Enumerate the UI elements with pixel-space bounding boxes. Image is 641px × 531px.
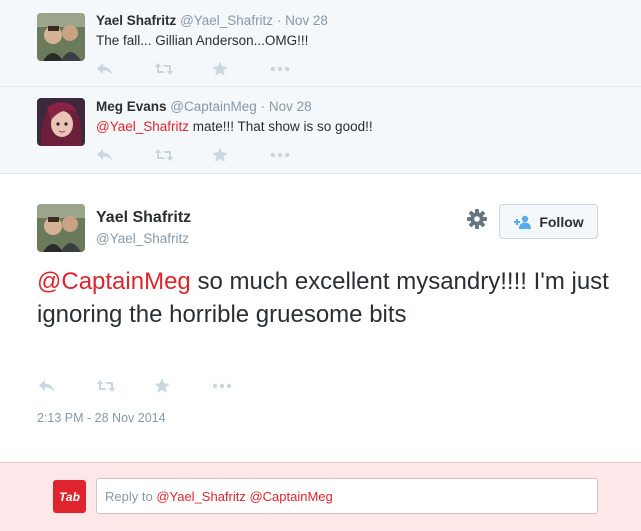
follow-button[interactable]: Follow [499, 204, 598, 239]
user-fullname[interactable]: Yael Shafritz [96, 13, 176, 28]
tweet-actions [96, 60, 328, 78]
favorite-icon [212, 61, 228, 76]
conversation-tweet[interactable]: Yael Shafritz @Yael_Shafritz · Nov 28 Th… [0, 0, 641, 87]
more-button[interactable] [270, 60, 328, 78]
user-actions-button[interactable] [466, 208, 488, 230]
reply-button[interactable] [38, 377, 96, 395]
retweet-icon [154, 149, 174, 161]
more-icon [270, 66, 290, 72]
favorite-button[interactable] [212, 60, 270, 78]
avatar[interactable] [37, 13, 85, 61]
separator: · [260, 99, 266, 114]
follow-user-icon [514, 215, 532, 229]
mention-link[interactable]: @Yael_Shafritz [96, 119, 189, 134]
favorite-icon [154, 378, 170, 393]
tweet-text: @CaptainMeg so much excellent mysandry!!… [37, 265, 617, 331]
tweet-header: Yael Shafritz @Yael_Shafritz · Nov 28 [96, 13, 328, 28]
reply-icon [97, 63, 113, 75]
avatar[interactable] [37, 98, 85, 146]
tweet-actions [96, 146, 328, 164]
gear-icon [467, 209, 487, 229]
tweet-date[interactable]: Nov 28 [269, 99, 312, 114]
favorite-button[interactable] [212, 146, 270, 164]
permalink-tweet: Yael Shafritz @Yael_Shafritz Follow @Cap… [0, 174, 641, 462]
tweet-timestamp[interactable]: 2:13 PM - 28 Nov 2014 [37, 411, 166, 425]
retweet-button[interactable] [154, 60, 212, 78]
avatar[interactable] [37, 204, 85, 252]
user-handle[interactable]: @CaptainMeg [170, 99, 257, 114]
retweet-icon [154, 63, 174, 75]
follow-label: Follow [539, 213, 584, 230]
retweet-button[interactable] [96, 377, 154, 395]
tweet-actions [38, 377, 270, 395]
favorite-icon [212, 147, 228, 162]
reply-prefix: Reply to [105, 489, 157, 504]
reply-area: Tab Reply to @Yael_Shafritz @CaptainMeg [0, 462, 641, 531]
favorite-button[interactable] [154, 377, 212, 395]
retweet-icon [96, 380, 116, 392]
more-button[interactable] [270, 146, 328, 164]
tweet-date[interactable]: Nov 28 [285, 13, 328, 28]
user-handle[interactable]: @Yael_Shafritz [96, 231, 189, 246]
conversation-tweet[interactable]: Meg Evans @CaptainMeg · Nov 28 @Yael_Sha… [0, 87, 641, 174]
reply-button[interactable] [96, 60, 154, 78]
user-handle[interactable]: @Yael_Shafritz [180, 13, 273, 28]
reply-icon [39, 380, 55, 392]
reply-button[interactable] [96, 146, 154, 164]
reply-input[interactable]: Reply to @Yael_Shafritz @CaptainMeg [96, 478, 598, 514]
separator: · [276, 13, 282, 28]
more-button[interactable] [212, 377, 270, 395]
mention-link[interactable]: @CaptainMeg [37, 268, 191, 295]
user-fullname[interactable]: Meg Evans [96, 99, 167, 114]
tweet-body: mate!!! That show is so good!! [189, 119, 373, 134]
user-fullname[interactable]: Yael Shafritz [96, 209, 191, 227]
reply-mentions: @Yael_Shafritz @CaptainMeg [156, 489, 333, 504]
reply-icon [97, 149, 113, 161]
user-avatar-logo: Tab [53, 480, 86, 513]
retweet-button[interactable] [154, 146, 212, 164]
tweet-text: The fall... Gillian Anderson...OMG!!! [96, 33, 309, 48]
tweet-text: @Yael_Shafritz mate!!! That show is so g… [96, 119, 373, 134]
more-icon [212, 383, 232, 389]
more-icon [270, 152, 290, 158]
tweet-header: Meg Evans @CaptainMeg · Nov 28 [96, 99, 312, 114]
